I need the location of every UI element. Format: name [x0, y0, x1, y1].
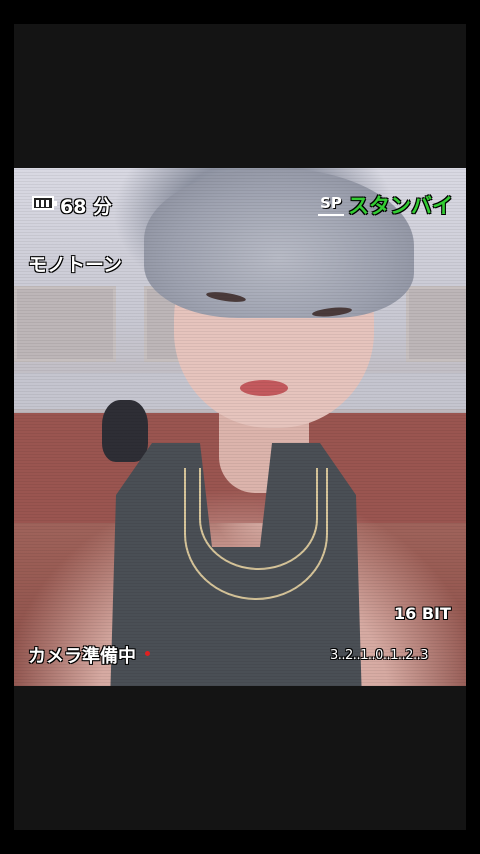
battery-icon — [32, 196, 57, 210]
camera-status-label: カメラ準備中 — [28, 646, 136, 667]
wall-panel-right — [406, 286, 466, 362]
battery-time-label: 68 分 — [60, 196, 113, 218]
timecode-counter: 3..2..1..0..1..2..3 — [330, 648, 429, 663]
lips — [240, 380, 288, 396]
rec-dot-icon — [145, 651, 150, 656]
wall-panel-left — [14, 286, 116, 362]
necklace-inner — [199, 468, 318, 570]
status-label: スタンバイ — [348, 194, 453, 218]
bit-depth-label: 16 BIT — [394, 604, 451, 623]
mode-label: モノトーン — [28, 254, 123, 276]
recording-mode-badge: SP — [318, 192, 344, 216]
